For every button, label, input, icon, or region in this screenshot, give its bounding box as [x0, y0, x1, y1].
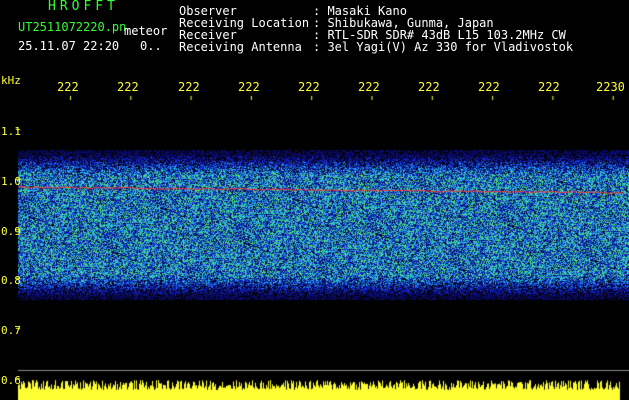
time-tick: 222: [418, 80, 440, 94]
mode-label: meteor: [124, 24, 168, 38]
time-tick: 222: [238, 80, 260, 94]
freq-tick: 0.7: [1, 324, 21, 337]
frequency-unit-label: kHz: [1, 74, 21, 87]
time-tick: 222: [538, 80, 560, 94]
file-name: UT2511072220.pn: [18, 20, 127, 34]
detection-count: 0..: [140, 39, 162, 53]
time-tick: 222: [298, 80, 320, 94]
antenna-value: : 3el Yagi(V) Az 330 for Vladivostok: [313, 40, 574, 54]
time-tick: 222: [117, 80, 139, 94]
freq-tick: 0.9: [1, 225, 21, 238]
freq-tick: 1.1: [1, 125, 21, 138]
app-logo: HROFFT: [48, 0, 119, 14]
time-tick: 222: [478, 80, 500, 94]
spectrogram: [0, 0, 629, 400]
antenna-label: Receiving Antenna: [179, 40, 302, 54]
freq-tick: 0.6: [1, 374, 21, 387]
time-tick: 222: [178, 80, 200, 94]
capture-datetime: 25.11.07 22:20: [18, 39, 120, 53]
freq-tick: 1.0: [1, 175, 21, 188]
time-tick: 2230: [596, 80, 625, 94]
freq-tick: 0.8: [1, 274, 21, 287]
time-tick: 222: [358, 80, 380, 94]
time-tick: 222: [57, 80, 79, 94]
